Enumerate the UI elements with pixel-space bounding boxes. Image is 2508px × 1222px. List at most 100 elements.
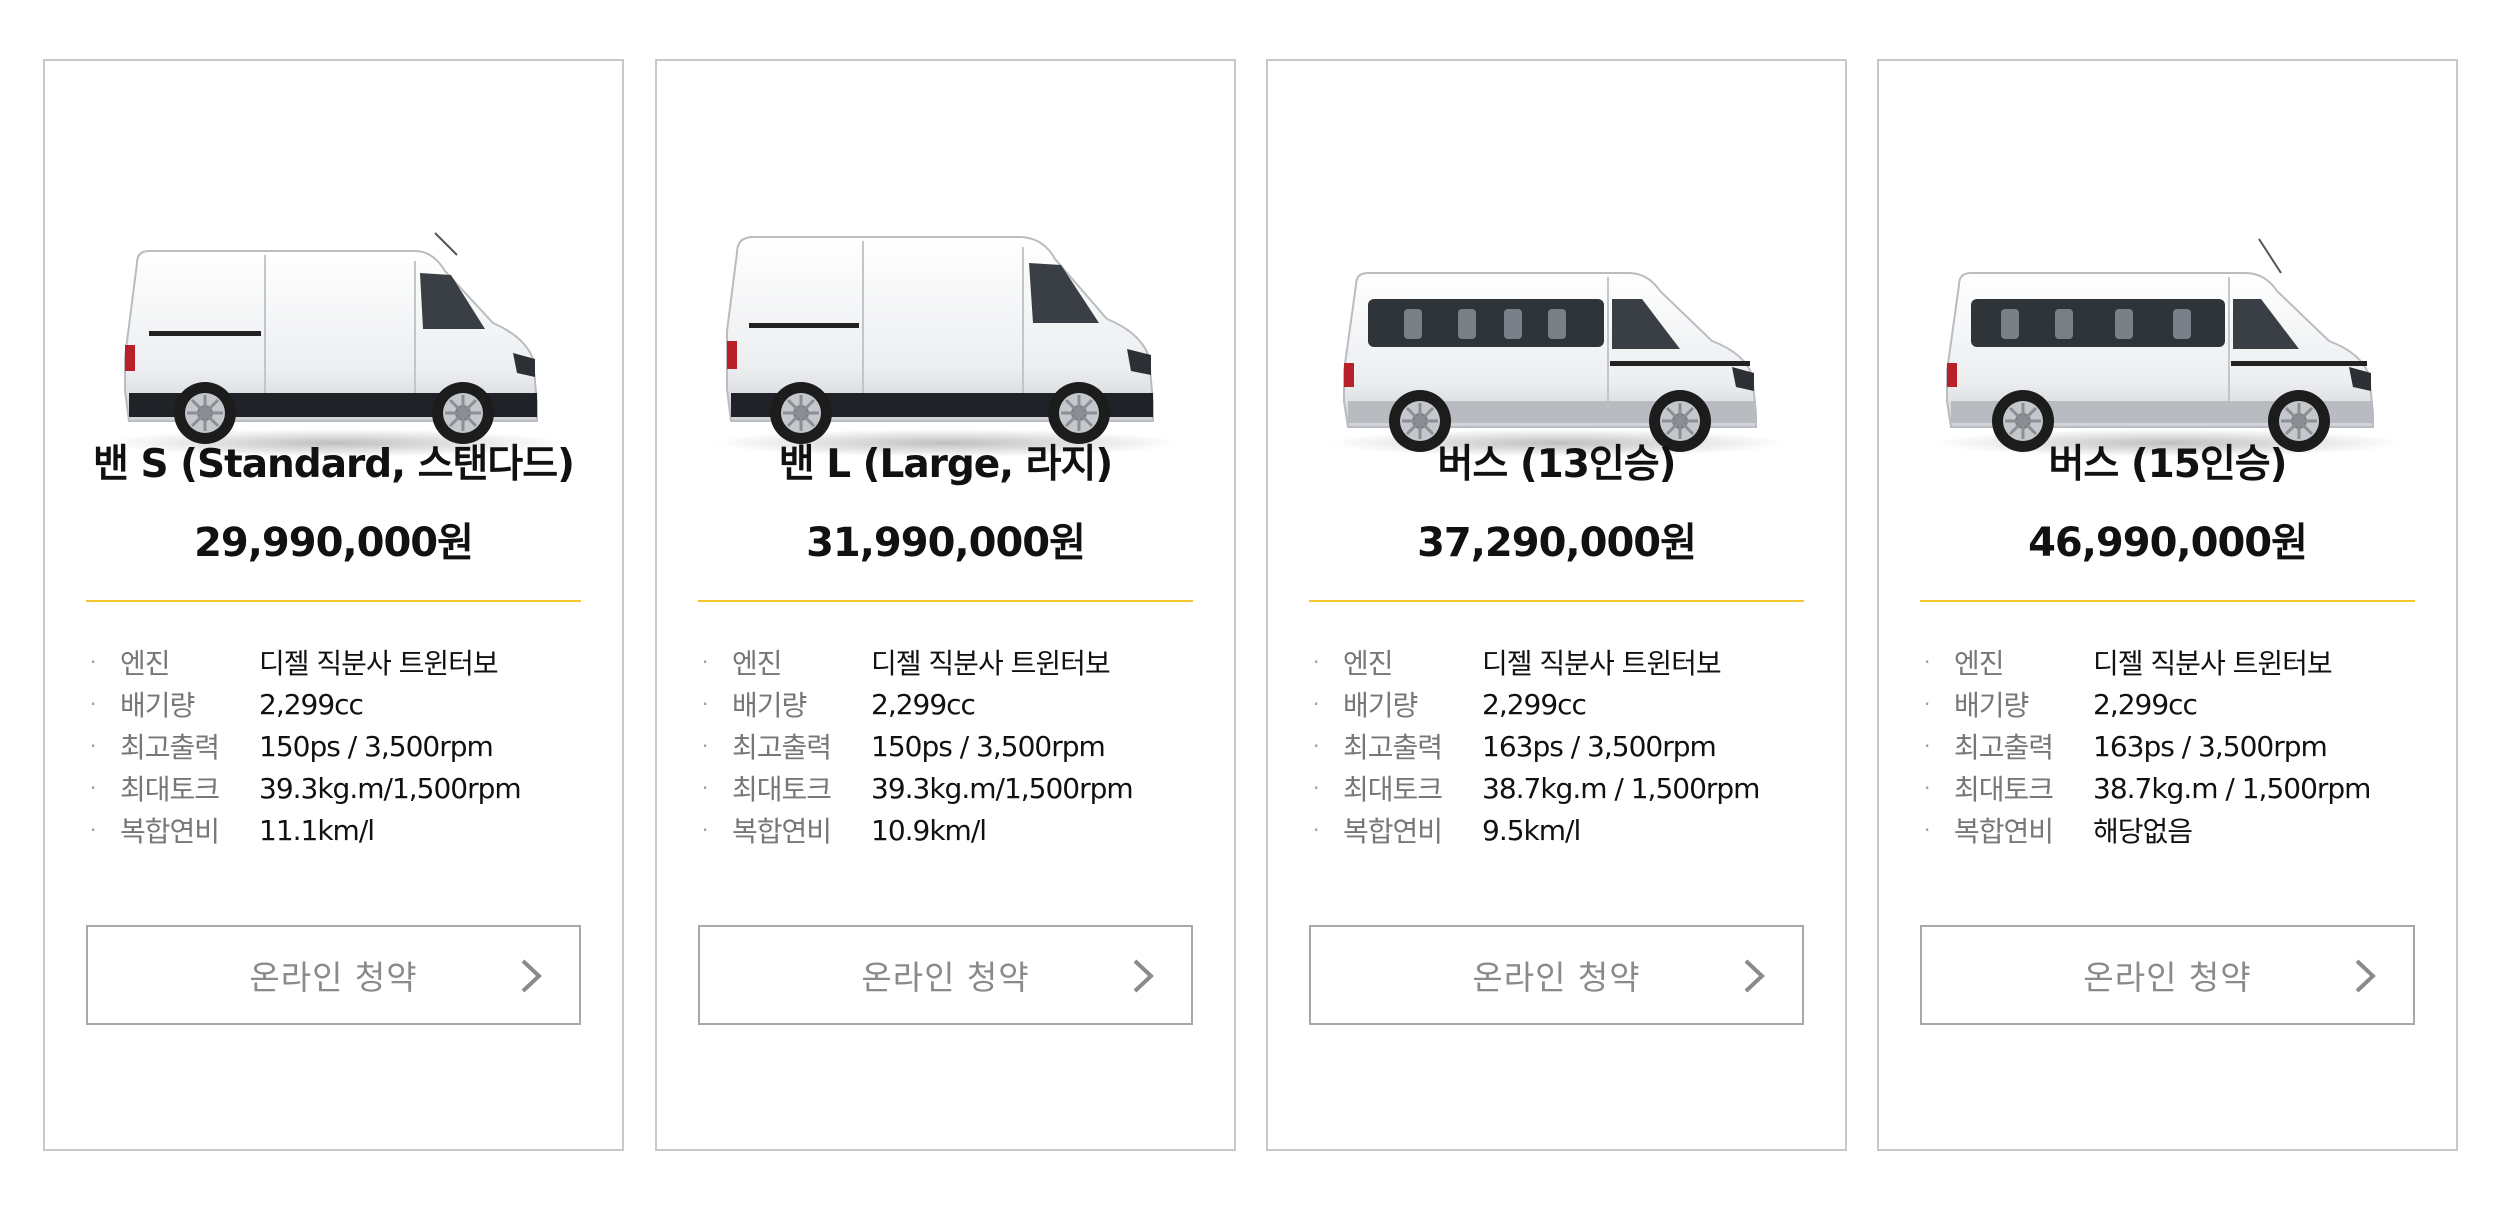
bullet-icon: · — [1924, 650, 1931, 674]
spec-value: 38.7kg.m / 1,500rpm — [2093, 771, 2371, 805]
spec-row-max-torque: · 최대토크 38.7kg.m / 1,500rpm — [1313, 767, 1825, 809]
vehicle-card-bus-13: 버스 (13인승) 37,290,000원 · 엔진 디젤 직분사 트윈터보 · 배기… — [1266, 59, 1847, 1151]
bullet-icon: · — [1924, 692, 1931, 716]
spec-value: 163ps / 3,500rpm — [1482, 729, 1717, 763]
spec-row-max-power: · 최고출력 150ps / 3,500rpm — [90, 725, 602, 767]
spec-label: 배기량 — [732, 689, 807, 722]
bullet-icon: · — [1313, 734, 1320, 758]
spec-value: 39.3kg.m/1,500rpm — [259, 771, 522, 805]
spec-label: 엔진 — [1343, 647, 1394, 680]
spec-value: 디젤 직분사 트윈터보 — [1482, 647, 1722, 680]
spec-label: 복합연비 — [1954, 815, 2054, 848]
bullet-icon: · — [1924, 818, 1931, 842]
spec-label: 복합연비 — [732, 815, 832, 848]
vehicle-card-van-s: 밴 S (Standard, 스탠다드) 29,990,000원 · 엔진 디젤 직… — [43, 59, 624, 1151]
apply-button-label: 온라인 청약 — [2083, 958, 2252, 997]
spec-label: 엔진 — [732, 647, 783, 680]
spec-label: 엔진 — [1954, 647, 2005, 680]
chevron-right-icon — [2355, 959, 2376, 993]
spec-row-fuel-economy: · 복합연비 9.5km/l — [1313, 809, 1825, 851]
online-apply-button[interactable]: 온라인 청약 — [86, 925, 581, 1025]
model-name: 밴 L (Large, 라지) — [778, 442, 1113, 487]
chevron-right-icon — [1133, 959, 1154, 993]
spec-label: 복합연비 — [1343, 815, 1443, 848]
spec-label: 복합연비 — [120, 815, 220, 848]
spec-row-displacement: · 배기량 2,299cc — [702, 683, 1214, 725]
spec-row-displacement: · 배기량 2,299cc — [90, 683, 602, 725]
spec-row-fuel-economy: · 복합연비 10.9km/l — [702, 809, 1214, 851]
minibus-13-seat-image — [1308, 181, 1808, 471]
divider — [86, 600, 581, 602]
vehicle-card-list: 밴 S (Standard, 스탠다드) 29,990,000원 · 엔진 디젤 직… — [0, 0, 2508, 1222]
price: 37,290,000원 — [1417, 520, 1697, 566]
spec-row-engine: · 엔진 디젤 직분사 트윈터보 — [702, 641, 1214, 683]
spec-value: 163ps / 3,500rpm — [2093, 729, 2328, 763]
bullet-icon: · — [702, 650, 709, 674]
spec-label: 최고출력 — [1343, 731, 1443, 764]
bullet-icon: · — [1313, 692, 1320, 716]
cargo-van-short-image — [85, 181, 585, 471]
spec-label: 엔진 — [120, 647, 171, 680]
spec-row-engine: · 엔진 디젤 직분사 트윈터보 — [1924, 641, 2436, 683]
bullet-icon: · — [90, 692, 97, 716]
spec-list: · 엔진 디젤 직분사 트윈터보 · 배기량 2,299cc · 최고출력 150ps / … — [90, 641, 602, 851]
bullet-icon: · — [702, 692, 709, 716]
model-name: 밴 S (Standard, 스탠다드) — [93, 442, 575, 487]
spec-row-max-torque: · 최대토크 38.7kg.m / 1,500rpm — [1924, 767, 2436, 809]
spec-label: 최고출력 — [120, 731, 220, 764]
spec-row-engine: · 엔진 디젤 직분사 트윈터보 — [90, 641, 602, 683]
spec-value: 디젤 직분사 트윈터보 — [2093, 647, 2333, 680]
spec-value: 해당없음 — [2093, 815, 2193, 848]
spec-row-max-torque: · 최대토크 39.3kg.m/1,500rpm — [702, 767, 1214, 809]
divider — [1309, 600, 1804, 602]
bullet-icon: · — [90, 818, 97, 842]
spec-value: 2,299cc — [1482, 687, 1587, 721]
bullet-icon: · — [90, 734, 97, 758]
spec-value: 11.1km/l — [259, 813, 375, 847]
online-apply-button[interactable]: 온라인 청약 — [698, 925, 1193, 1025]
spec-list: · 엔진 디젤 직분사 트윈터보 · 배기량 2,299cc · 최고출력 163ps / … — [1313, 641, 1825, 851]
bullet-icon: · — [90, 650, 97, 674]
bullet-icon: · — [702, 818, 709, 842]
spec-value: 2,299cc — [259, 687, 364, 721]
spec-row-max-torque: · 최대토크 39.3kg.m/1,500rpm — [90, 767, 602, 809]
spec-value: 9.5km/l — [1482, 813, 1581, 847]
apply-button-label: 온라인 청약 — [249, 958, 418, 997]
price: 29,990,000원 — [194, 520, 474, 566]
chevron-right-icon — [1744, 959, 1765, 993]
spec-value: 39.3kg.m/1,500rpm — [871, 771, 1134, 805]
spec-row-fuel-economy: · 복합연비 11.1km/l — [90, 809, 602, 851]
cargo-van-long-image — [697, 181, 1197, 471]
vehicle-card-van-l: 밴 L (Large, 라지) 31,990,000원 · 엔진 디젤 직분사 트윈… — [655, 59, 1236, 1151]
spec-value: 디젤 직분사 트윈터보 — [259, 647, 499, 680]
model-name: 버스 (13인승) — [1437, 442, 1676, 487]
spec-label: 최대토크 — [1343, 773, 1443, 806]
bullet-icon: · — [1313, 776, 1320, 800]
spec-row-max-power: · 최고출력 163ps / 3,500rpm — [1313, 725, 1825, 767]
spec-label: 최대토크 — [120, 773, 220, 806]
spec-row-max-power: · 최고출력 163ps / 3,500rpm — [1924, 725, 2436, 767]
price: 46,990,000원 — [2028, 520, 2308, 566]
apply-button-label: 온라인 청약 — [1472, 958, 1641, 997]
spec-value: 38.7kg.m / 1,500rpm — [1482, 771, 1760, 805]
bullet-icon: · — [1313, 650, 1320, 674]
spec-label: 최고출력 — [1954, 731, 2054, 764]
spec-label: 최대토크 — [732, 773, 832, 806]
vehicle-card-bus-15: 버스 (15인승) 46,990,000원 · 엔진 디젤 직분사 트윈터보 · 배기… — [1877, 59, 2458, 1151]
online-apply-button[interactable]: 온라인 청약 — [1920, 925, 2415, 1025]
model-name: 버스 (15인승) — [2048, 442, 2287, 487]
spec-row-max-power: · 최고출력 150ps / 3,500rpm — [702, 725, 1214, 767]
spec-label: 배기량 — [120, 689, 195, 722]
spec-value: 2,299cc — [871, 687, 976, 721]
spec-row-displacement: · 배기량 2,299cc — [1924, 683, 2436, 725]
spec-row-fuel-economy: · 복합연비 해당없음 — [1924, 809, 2436, 851]
spec-label: 최대토크 — [1954, 773, 2054, 806]
spec-label: 배기량 — [1343, 689, 1418, 722]
divider — [698, 600, 1193, 602]
apply-button-label: 온라인 청약 — [861, 958, 1030, 997]
spec-row-displacement: · 배기량 2,299cc — [1313, 683, 1825, 725]
spec-value: 2,299cc — [2093, 687, 2198, 721]
bullet-icon: · — [702, 776, 709, 800]
online-apply-button[interactable]: 온라인 청약 — [1309, 925, 1804, 1025]
minibus-15-seat-image — [1919, 181, 2419, 471]
